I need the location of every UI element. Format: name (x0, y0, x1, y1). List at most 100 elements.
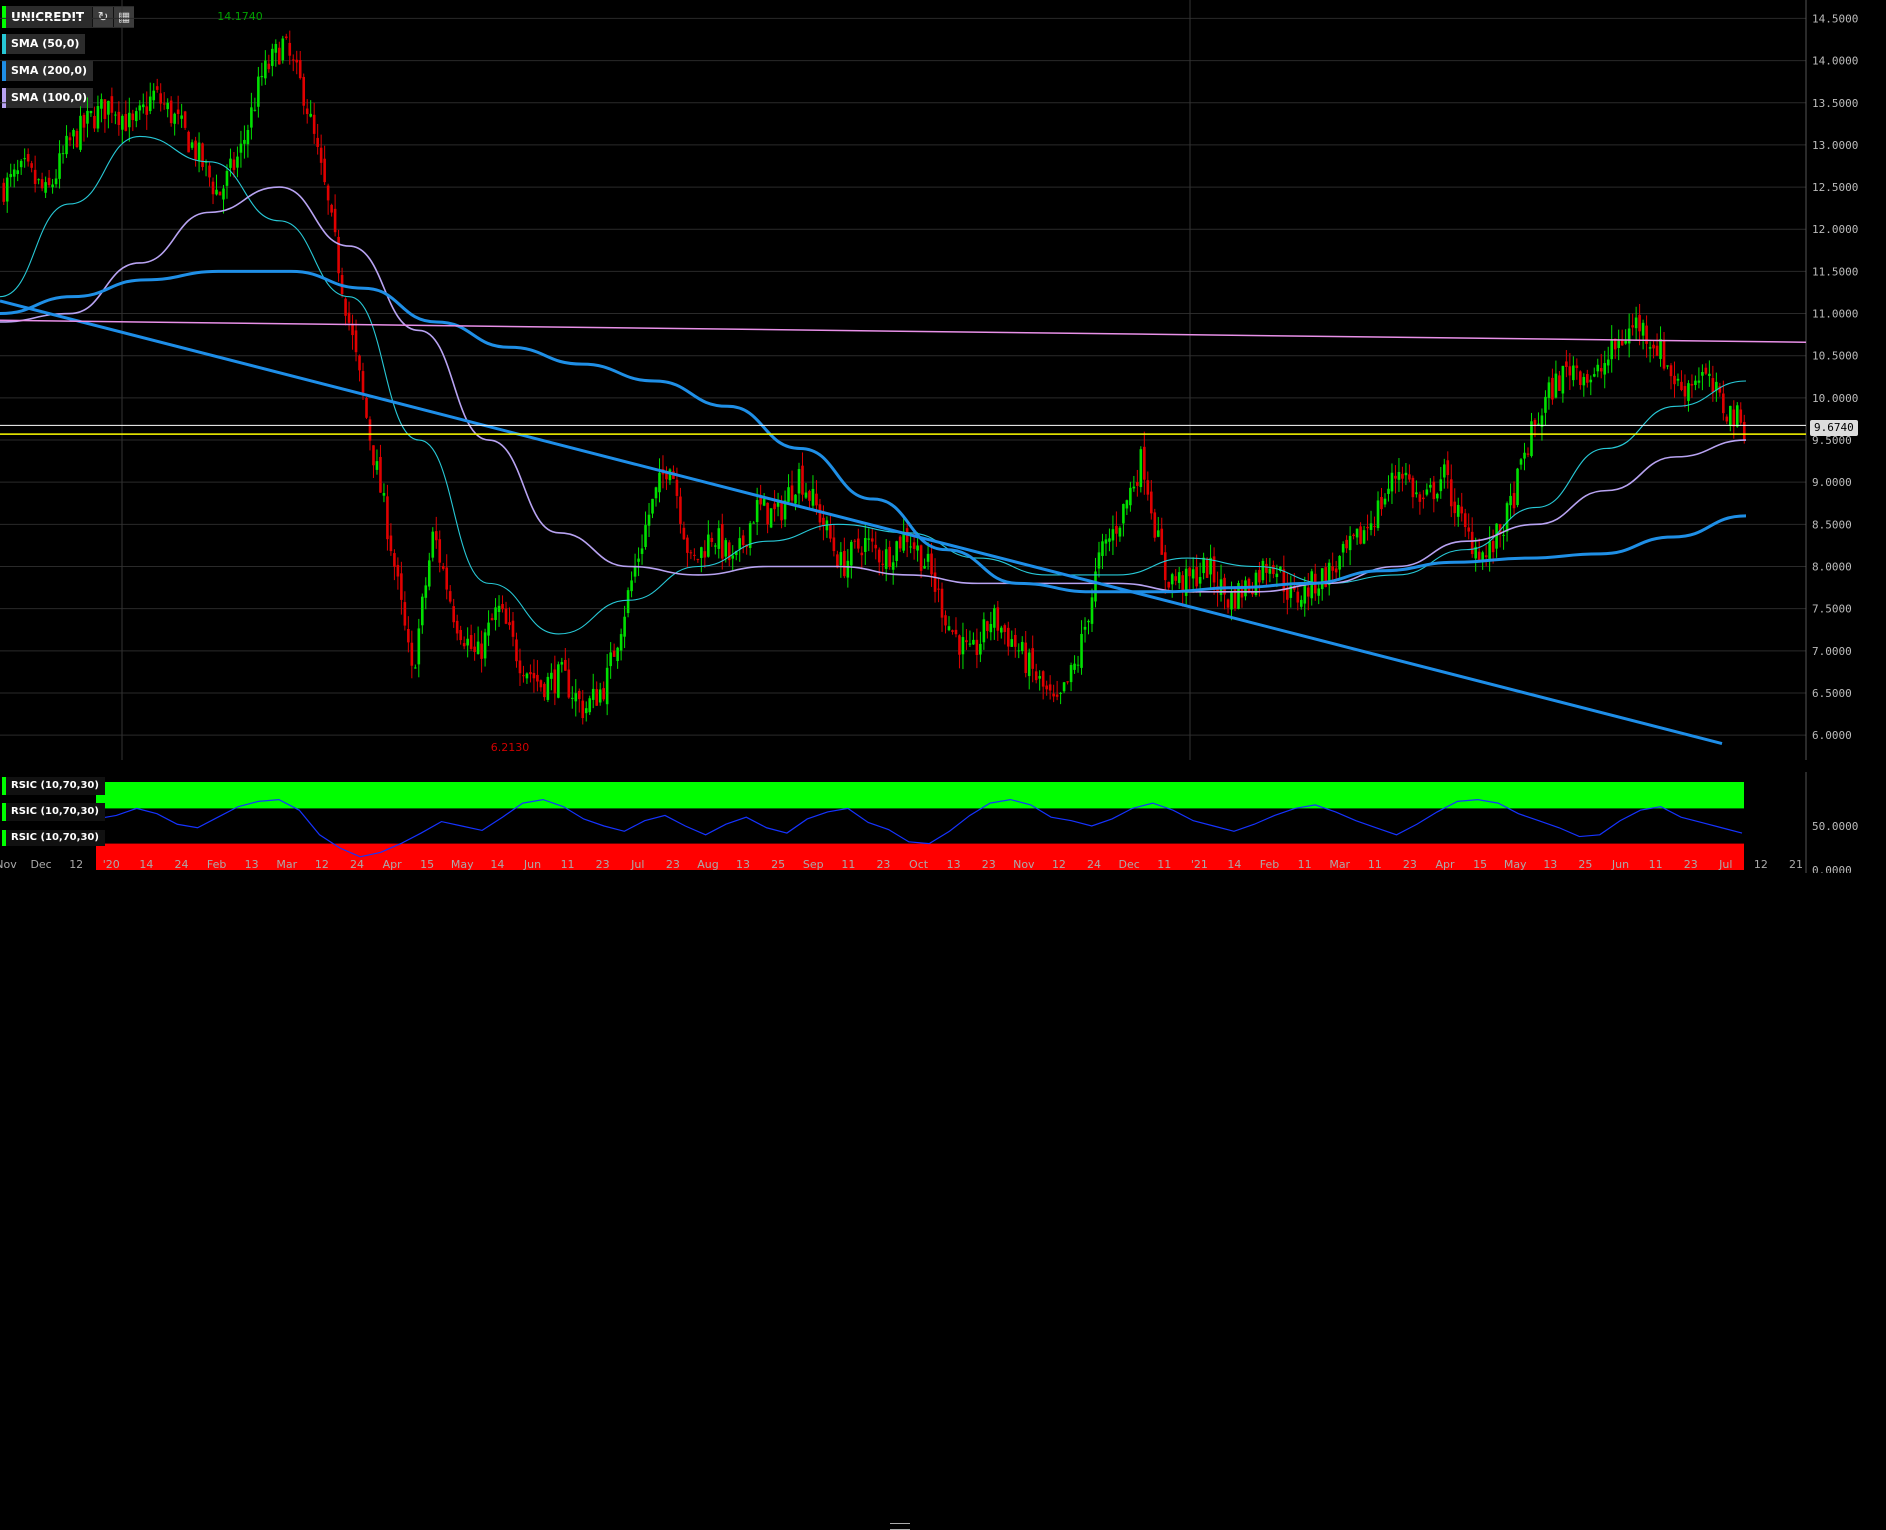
candle-body (968, 643, 972, 645)
rsi-label-3[interactable]: RSIC (10,70,30) (2, 830, 105, 846)
candle-body (407, 628, 410, 643)
rsi-label-1[interactable]: RSIC (10,70,30) (2, 777, 105, 795)
candle-body (1453, 501, 1457, 514)
candle-body (197, 142, 201, 161)
candle-body (72, 129, 75, 137)
candle-body (1422, 497, 1425, 500)
candle-body (180, 115, 183, 119)
candle-body (1460, 506, 1464, 514)
candle-body (1554, 373, 1558, 398)
candle-body (1572, 365, 1575, 381)
candle-body (309, 113, 312, 117)
candle-body (110, 96, 114, 113)
candle-body (1003, 625, 1007, 632)
candle-body (114, 114, 117, 116)
candle-body (1704, 367, 1708, 374)
candle-body (1617, 340, 1620, 348)
candle-body (1383, 498, 1387, 505)
panel-divider[interactable] (0, 760, 1806, 1530)
rsi-label-2[interactable]: RSIC (10,70,30) (2, 803, 105, 821)
candle-body (264, 60, 267, 79)
candle-body (846, 560, 850, 578)
candle-body (863, 538, 867, 552)
last-price-tag: 9.6740 (1810, 420, 1858, 436)
candle-body (1020, 641, 1024, 652)
resize-grip-icon[interactable] (890, 1523, 910, 1530)
candle-body (1439, 479, 1443, 492)
candle-body (1230, 592, 1233, 610)
candle-body (577, 690, 581, 700)
rsi-chart[interactable]: 0.0000 50.0000 Nov Dec 12 '20 14 24 Feb 13 Mar 12 24… (0, 772, 1886, 873)
candle-body (633, 566, 637, 577)
x-tick-label: Feb (1260, 858, 1279, 871)
candle-body (1041, 671, 1045, 687)
candle-body (1467, 527, 1471, 532)
candle-body (250, 107, 253, 128)
candle-body (1502, 534, 1505, 536)
candle-body (12, 169, 16, 177)
candle-body (347, 312, 351, 323)
candle-body (82, 114, 86, 128)
rsi-y-tick-label: 50.0000 (1812, 820, 1858, 833)
candle-body (1526, 453, 1530, 455)
candle-body (839, 552, 843, 566)
candle-body (23, 158, 26, 160)
candle-body (1627, 328, 1631, 344)
y-tick-label: 8.5000 (1812, 518, 1852, 531)
candle-body (267, 63, 271, 70)
candle-body (787, 487, 790, 502)
candle-body (769, 508, 773, 528)
candle-body (271, 48, 274, 66)
candle-body (1592, 374, 1596, 377)
candle-body (759, 497, 762, 505)
candle-body (1010, 639, 1014, 647)
candle-body (274, 44, 278, 53)
candle-body (323, 158, 326, 183)
x-tick-label: 23 (596, 858, 610, 871)
candle-body (487, 622, 490, 636)
candle-body (358, 355, 361, 371)
candle-body (1034, 671, 1038, 681)
candle-body (183, 111, 187, 128)
candle-body (961, 637, 965, 655)
x-tick-label: 23 (1403, 858, 1417, 871)
candle-body (766, 502, 769, 525)
rsi-y-tick-label: 0.0000 (1812, 864, 1852, 873)
candle-body (1345, 539, 1348, 549)
candle-body (794, 494, 797, 504)
candle-body (790, 485, 794, 501)
price-chart[interactable]: 6.0000 6.5000 7.0000 7.5000 8.0000 8.5000 9.00… (0, 0, 1886, 760)
candle-body (605, 667, 609, 705)
candle-body (867, 538, 871, 540)
candle-body (68, 137, 72, 141)
candle-body (937, 588, 940, 590)
series-line (0, 269, 1747, 594)
x-tick-label: 15 (1473, 858, 1487, 871)
candle-body (532, 672, 536, 679)
candle-body (529, 672, 532, 675)
candle-body (1118, 527, 1122, 537)
x-tick-label: Nov (0, 858, 17, 871)
x-tick-label: 24 (350, 858, 364, 871)
candle-body (1606, 359, 1610, 366)
candle-body (159, 93, 163, 104)
candle-body (804, 492, 808, 498)
candle-body (1073, 663, 1076, 670)
candle-body (1296, 591, 1300, 603)
candle-body (9, 174, 13, 178)
candle-body (243, 139, 246, 144)
candle-body (1683, 386, 1687, 397)
candle-body (773, 503, 776, 510)
candle-body (333, 208, 337, 233)
candle-body (780, 502, 783, 521)
candle-body (738, 538, 742, 550)
candle-body (1582, 376, 1586, 386)
candle-body (1181, 575, 1184, 592)
x-tick-label: May (451, 858, 474, 871)
x-tick-label: Apr (383, 858, 403, 871)
candle-body (302, 76, 306, 106)
candle-body (208, 165, 211, 178)
candle-body (881, 563, 885, 565)
candle-body (480, 643, 483, 659)
candle-body (148, 96, 152, 112)
